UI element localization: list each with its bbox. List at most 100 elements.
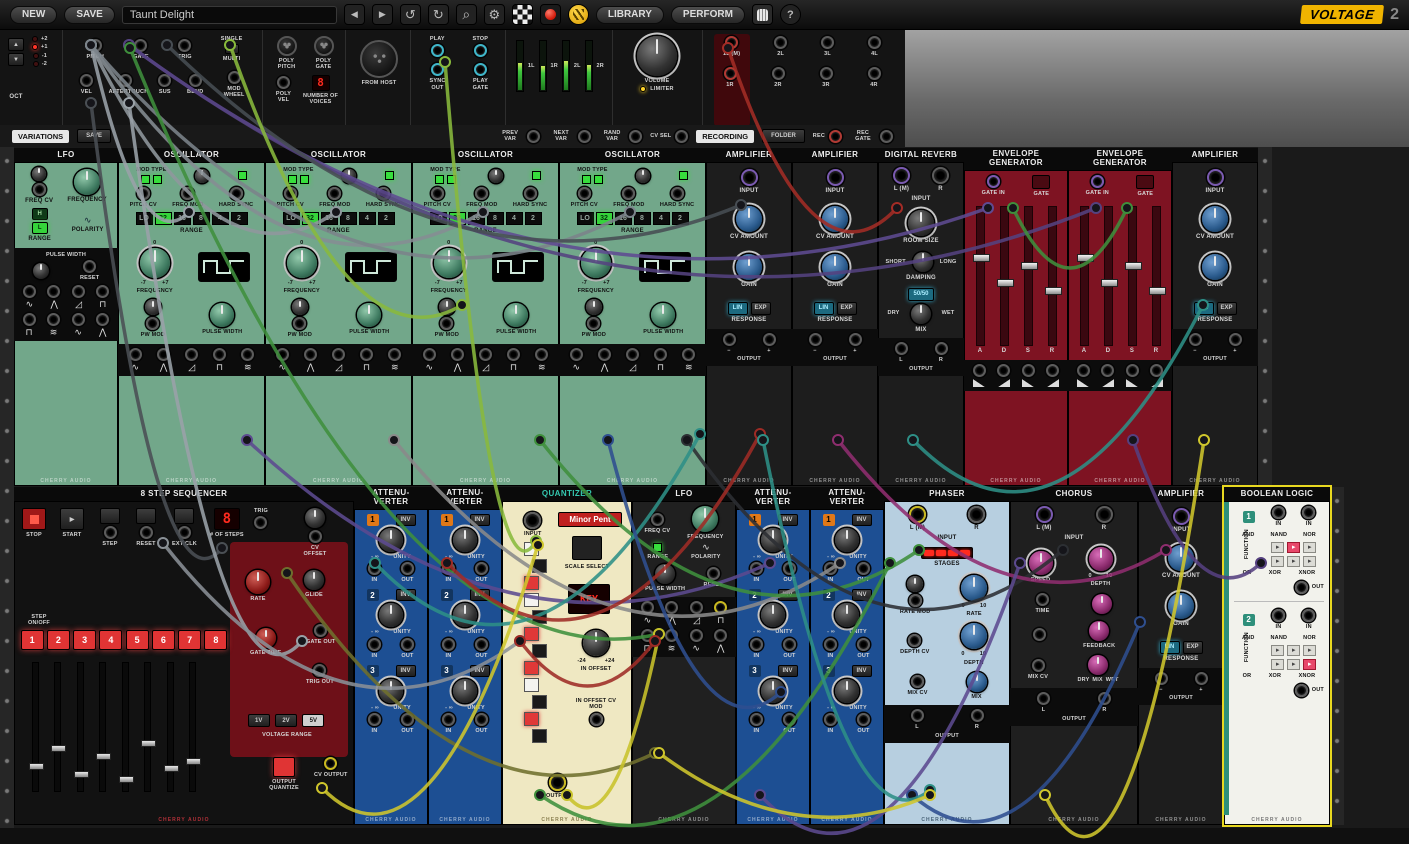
lin-button[interactable]: LIN — [1160, 641, 1180, 654]
out-jack[interactable] — [401, 638, 414, 651]
out-jack[interactable] — [783, 713, 796, 726]
exp-button[interactable]: EXP — [837, 302, 857, 315]
freq-cv-knob[interactable] — [32, 167, 46, 181]
step-jack[interactable] — [104, 526, 117, 539]
range-8-button[interactable]: 8 — [487, 212, 504, 225]
attenuverter-knob[interactable] — [835, 603, 859, 627]
tri-out-jack[interactable] — [304, 348, 317, 361]
sine-out-jack[interactable] — [423, 348, 436, 361]
range-2-button[interactable]: 2 — [525, 212, 542, 225]
in-a-jack[interactable] — [1272, 506, 1285, 519]
step-slider[interactable] — [99, 662, 106, 792]
out-jack[interactable] — [857, 562, 870, 575]
rate-mod-jack[interactable] — [909, 594, 922, 607]
next-var-jack[interactable] — [578, 130, 591, 143]
step-slider[interactable] — [54, 662, 61, 792]
saw-out-jack[interactable] — [626, 348, 639, 361]
range-low-button[interactable]: L — [32, 222, 48, 234]
function-button-active[interactable] — [1303, 659, 1316, 670]
pw-mod-jack[interactable] — [146, 317, 159, 330]
out-jack[interactable] — [714, 629, 727, 642]
sine-out-jack[interactable] — [570, 348, 583, 361]
step-button-7[interactable]: 7 — [178, 630, 201, 650]
range-1v-button[interactable]: 1V — [248, 714, 270, 727]
saw-out-jack[interactable] — [332, 348, 345, 361]
step-button-2[interactable]: 2 — [47, 630, 70, 650]
square-out-jack[interactable] — [714, 601, 727, 614]
ext-clk-button[interactable] — [174, 508, 194, 524]
rate-mod-knob[interactable] — [907, 576, 923, 592]
scale-key[interactable] — [524, 661, 539, 675]
mod-led[interactable] — [679, 171, 688, 180]
pw-mod-knob[interactable] — [145, 299, 161, 315]
env-out-jack[interactable] — [973, 364, 986, 377]
frequency-knob[interactable] — [434, 248, 464, 278]
saw-out-jack[interactable] — [185, 348, 198, 361]
step-slider[interactable] — [32, 662, 39, 792]
scale-select-button[interactable] — [572, 536, 602, 560]
step-slider[interactable] — [77, 662, 84, 792]
tri-out-jack[interactable] — [598, 348, 611, 361]
save-button[interactable]: SAVE — [64, 6, 115, 24]
input-l-jack[interactable] — [909, 506, 926, 523]
out-jack[interactable] — [475, 713, 488, 726]
range-16-button[interactable]: 16 — [468, 212, 485, 225]
hard-sync-jack[interactable] — [230, 187, 243, 200]
freq-mod-jack[interactable] — [622, 187, 635, 200]
output-plus-jack[interactable] — [763, 333, 776, 346]
inv-button[interactable]: INV — [852, 665, 872, 677]
attenuverter-knob[interactable] — [835, 679, 859, 703]
pitch-cv-jack[interactable] — [137, 187, 150, 200]
output-minus-jack[interactable] — [1155, 672, 1168, 685]
output-plus-jack[interactable] — [849, 333, 862, 346]
cv-offset-knob[interactable] — [305, 508, 325, 528]
frequency-knob[interactable] — [140, 248, 170, 278]
output-l-jack[interactable] — [1037, 692, 1050, 705]
pw-mod-knob[interactable] — [439, 299, 455, 315]
in-jack[interactable] — [824, 713, 837, 726]
mod-amount-knob[interactable] — [342, 169, 356, 183]
sine-out-jack[interactable] — [129, 348, 142, 361]
exp-button[interactable]: EXP — [1217, 302, 1237, 315]
freq-mod-jack[interactable] — [328, 187, 341, 200]
out-jack[interactable] — [401, 562, 414, 575]
mod-type-led[interactable] — [594, 175, 603, 184]
room-size-knob[interactable] — [908, 210, 934, 236]
step-slider[interactable] — [167, 662, 174, 792]
bend-jack[interactable] — [189, 74, 202, 87]
in-a-jack[interactable] — [1272, 609, 1285, 622]
play-gate-jack[interactable] — [474, 63, 487, 76]
inv-button[interactable]: INV — [396, 589, 416, 601]
out-jack[interactable] — [665, 629, 678, 642]
in-jack[interactable] — [750, 562, 763, 575]
start-button[interactable]: ▶ — [60, 508, 84, 530]
in-offset-cv-jack[interactable] — [590, 713, 603, 726]
scale-key[interactable] — [532, 559, 547, 573]
range-32-button[interactable]: 32 — [302, 212, 319, 225]
scale-key[interactable] — [532, 610, 547, 624]
patch-name-input[interactable] — [122, 6, 337, 24]
range-lo-button[interactable]: LO — [577, 212, 594, 225]
function-button[interactable] — [1271, 556, 1284, 567]
variations-save-button[interactable]: SAVE — [77, 129, 111, 143]
out-jack[interactable] — [23, 313, 36, 326]
range-4-button[interactable]: 4 — [359, 212, 376, 225]
scale-key[interactable] — [524, 678, 539, 692]
aftertouch-jack[interactable] — [119, 74, 132, 87]
tri-out-jack[interactable] — [157, 348, 170, 361]
cv-amount-knob[interactable] — [822, 206, 848, 232]
cv-amount-knob[interactable] — [1168, 545, 1194, 571]
play-jack[interactable] — [431, 44, 444, 57]
cv-output-jack[interactable] — [324, 757, 337, 770]
input-jack[interactable] — [741, 169, 758, 186]
mod-type-led[interactable] — [288, 175, 297, 184]
out-jack[interactable] — [47, 313, 60, 326]
gate-time-knob[interactable] — [256, 628, 276, 648]
pw-mod-jack[interactable] — [587, 317, 600, 330]
trig-jack[interactable] — [254, 516, 267, 529]
attack-slider[interactable] — [976, 206, 985, 346]
attenuverter-knob[interactable] — [761, 679, 785, 703]
attack-slider[interactable] — [1080, 206, 1089, 346]
inv-button[interactable]: INV — [778, 589, 798, 601]
scale-key[interactable] — [524, 593, 539, 607]
